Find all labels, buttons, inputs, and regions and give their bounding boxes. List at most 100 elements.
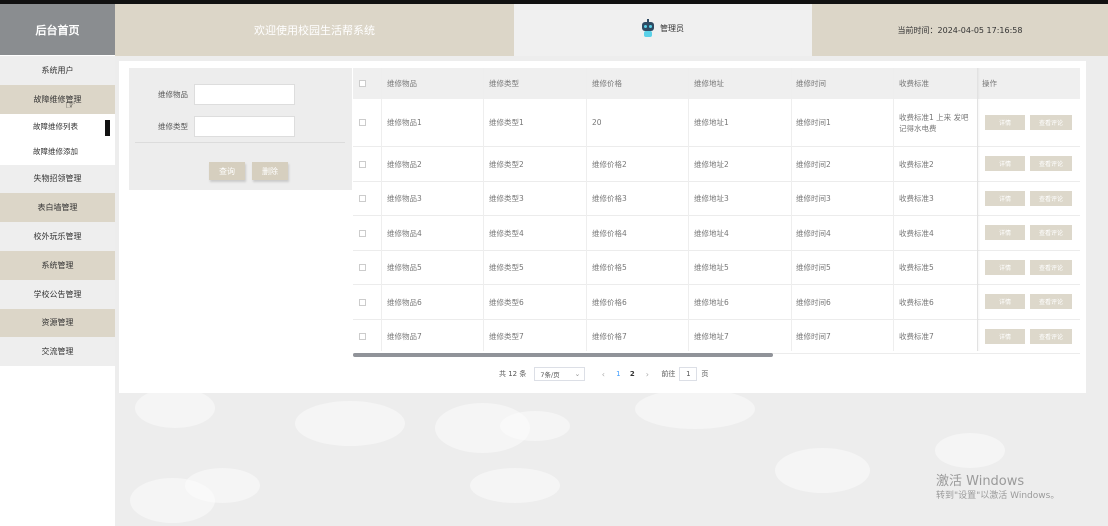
detail-button[interactable]: 详情 bbox=[985, 156, 1025, 171]
table-cell: 维修时间7 bbox=[796, 332, 831, 341]
table-cell: 维修物品4 bbox=[387, 228, 422, 238]
view-comments-button[interactable]: 查看评论 bbox=[1030, 259, 1072, 275]
table-row[interactable]: 维修物品3 维修类型3 维修价格3 维修地址3 维修时间3 收费标准3 详情 查看评论 bbox=[353, 182, 1080, 216]
row-checkbox[interactable] bbox=[359, 182, 370, 215]
table-row[interactable]: 维修物品4 维修类型4 维修价格4 维修地址4 维修时间4 收费标准4 详情 查看评论 bbox=[353, 216, 1080, 251]
prev-page-icon[interactable]: ‹ bbox=[595, 370, 611, 379]
view-comments-button[interactable]: 查看评论 bbox=[1030, 114, 1072, 130]
table-cell: 收费标准3 bbox=[899, 194, 934, 203]
windows-activation-title: 激活 Windows bbox=[936, 474, 1025, 489]
table-cell: 收费标准5 bbox=[899, 263, 934, 272]
table-cell: 维修类型2 bbox=[489, 159, 524, 169]
row-checkbox[interactable] bbox=[359, 320, 370, 353]
sidebar-item-users[interactable]: 系统用户 bbox=[0, 56, 115, 85]
form-divider bbox=[135, 142, 345, 143]
table-cell: 维修价格5 bbox=[592, 263, 627, 272]
table-row[interactable]: 维修物品6 维修类型6 维修价格6 维修地址6 维修时间6 收费标准6 详情 查看评论 bbox=[353, 285, 1080, 320]
next-page-icon[interactable]: › bbox=[639, 370, 655, 379]
page-size-select[interactable]: 7条/页 ⌄ bbox=[534, 367, 586, 381]
table-cell: 维修时间5 bbox=[796, 263, 831, 272]
table-cell: 维修地址1 bbox=[694, 118, 729, 127]
type-input[interactable] bbox=[194, 116, 295, 137]
page-unit-label: 页 bbox=[701, 370, 709, 378]
item-input[interactable] bbox=[194, 84, 295, 105]
table-cell: 维修类型3 bbox=[489, 194, 524, 203]
table-row[interactable]: 维修物品2 维修类型2 维修价格2 维修地址2 维修时间2 收费标准2 详情 查看评论 bbox=[353, 147, 1080, 182]
sidebar-item-repair-management[interactable]: 故障维修管理 bbox=[0, 84, 115, 114]
view-comments-button[interactable]: 查看评论 bbox=[1030, 328, 1072, 344]
col-header-type: 维修类型 bbox=[489, 79, 519, 88]
table-cell: 维修物品5 bbox=[387, 263, 422, 272]
table-cell: 收费标准6 bbox=[899, 297, 934, 307]
time-value: 2024-04-05 17:16:58 bbox=[937, 25, 1023, 35]
query-button[interactable]: 查询 bbox=[209, 162, 245, 180]
view-comments-button[interactable]: 查看评论 bbox=[1030, 190, 1072, 206]
row-checkbox[interactable] bbox=[359, 251, 370, 284]
col-divider bbox=[688, 68, 689, 351]
row-checkbox[interactable] bbox=[359, 147, 370, 181]
sidebar-item-resources[interactable]: 资源管理 bbox=[0, 308, 115, 338]
detail-button[interactable]: 详情 bbox=[985, 328, 1025, 344]
top-header: 欢迎使用校园生活帮系统 管理员 当前时间： 2024-04-05 17:16:58 bbox=[115, 4, 1108, 56]
table-cell: 维修类型1 bbox=[489, 118, 524, 127]
sidebar-item-repair-add[interactable]: 故障维修添加 bbox=[0, 139, 115, 165]
table-row[interactable]: 维修物品7 维修类型7 维修价格7 维修地址7 维修时间7 收费标准7 详情 查看评论 bbox=[353, 320, 1080, 354]
sidebar-item-communication[interactable]: 交流管理 bbox=[0, 337, 115, 367]
table-cell: 维修地址4 bbox=[694, 228, 729, 238]
table-cell: 维修价格7 bbox=[592, 332, 627, 341]
table-cell: 维修时间3 bbox=[796, 194, 831, 203]
robot-avatar-icon bbox=[642, 19, 654, 37]
sidebar-item-offcampus-fun[interactable]: 校外玩乐管理 bbox=[0, 222, 115, 251]
sidebar-brand[interactable]: 后台首页 bbox=[0, 4, 115, 55]
current-time: 当前时间： 2024-04-05 17:16:58 bbox=[812, 4, 1108, 56]
row-checkbox[interactable] bbox=[359, 216, 370, 250]
table-cell: 维修类型7 bbox=[489, 332, 524, 341]
repair-table: 维修物品 维修类型 维修价格 维修地址 维修时间 收费标准 操作 维修物品1 维修… bbox=[353, 68, 1080, 357]
table-cell: 收费标准1 上来 发吧记得水电费 bbox=[899, 112, 969, 133]
row-checkbox[interactable] bbox=[359, 285, 370, 319]
page-number-1[interactable]: 1 bbox=[611, 370, 625, 378]
sidebar-item-system[interactable]: 系统管理 bbox=[0, 250, 115, 280]
table-cell: 维修价格3 bbox=[592, 194, 627, 203]
search-form: 维修物品 维修类型 查询 删除 bbox=[129, 68, 352, 190]
detail-button[interactable]: 详情 bbox=[985, 259, 1025, 275]
detail-button[interactable]: 详情 bbox=[985, 294, 1025, 309]
delete-button[interactable]: 删除 bbox=[252, 162, 288, 180]
table-cell: 维修时间1 bbox=[796, 118, 831, 127]
view-comments-button[interactable]: 查看评论 bbox=[1030, 156, 1072, 171]
time-label: 当前时间： bbox=[897, 25, 938, 35]
table-cell: 维修地址5 bbox=[694, 263, 729, 272]
detail-button[interactable]: 详情 bbox=[985, 114, 1025, 130]
col-divider bbox=[893, 68, 894, 351]
detail-button[interactable]: 详情 bbox=[985, 190, 1025, 206]
table-cell: 维修地址7 bbox=[694, 332, 729, 341]
sidebar-item-repair-list[interactable]: 故障维修列表 bbox=[0, 113, 115, 140]
table-cell: 维修地址6 bbox=[694, 297, 729, 307]
col-header-time: 维修时间 bbox=[796, 79, 826, 88]
horizontal-scrollbar[interactable] bbox=[353, 353, 773, 357]
sidebar-item-lost-found[interactable]: 失物招领管理 bbox=[0, 164, 115, 194]
table-cell: 维修价格4 bbox=[592, 228, 627, 238]
user-info[interactable]: 管理员 bbox=[514, 4, 812, 56]
table-cell: 收费标准7 bbox=[899, 332, 934, 341]
table-row[interactable]: 维修物品1 维修类型1 20 维修地址1 维修时间1 收费标准1 上来 发吧记得水电费 详情… bbox=[353, 99, 1080, 147]
detail-button[interactable]: 详情 bbox=[985, 225, 1025, 240]
type-field-label: 维修类型 bbox=[158, 122, 188, 131]
col-header-address: 维修地址 bbox=[694, 79, 724, 88]
select-all-checkbox[interactable] bbox=[359, 68, 366, 99]
type-field-row: 维修类型 bbox=[129, 116, 295, 137]
view-comments-button[interactable]: 查看评论 bbox=[1030, 294, 1072, 309]
goto-page-input[interactable]: 1 bbox=[679, 367, 698, 381]
table-cell: 收费标准2 bbox=[899, 159, 934, 169]
view-comments-button[interactable]: 查看评论 bbox=[1030, 225, 1072, 240]
chevron-down-icon: ⌄ bbox=[574, 370, 581, 378]
sidebar-item-announcements[interactable]: 学校公告管理 bbox=[0, 279, 115, 309]
row-checkbox[interactable] bbox=[359, 99, 370, 146]
table-row[interactable]: 维修物品5 维修类型5 维修价格5 维修地址5 维修时间5 收费标准5 详情 查看评论 bbox=[353, 251, 1080, 285]
col-header-item: 维修物品 bbox=[387, 79, 417, 88]
page-number-2[interactable]: 2 bbox=[625, 370, 639, 378]
background-bubbles bbox=[115, 393, 1108, 526]
sidebar-item-confession-wall[interactable]: 表白墙管理 bbox=[0, 193, 115, 223]
table-header: 维修物品 维修类型 维修价格 维修地址 维修时间 收费标准 操作 bbox=[353, 68, 1080, 99]
col-divider bbox=[483, 68, 484, 351]
